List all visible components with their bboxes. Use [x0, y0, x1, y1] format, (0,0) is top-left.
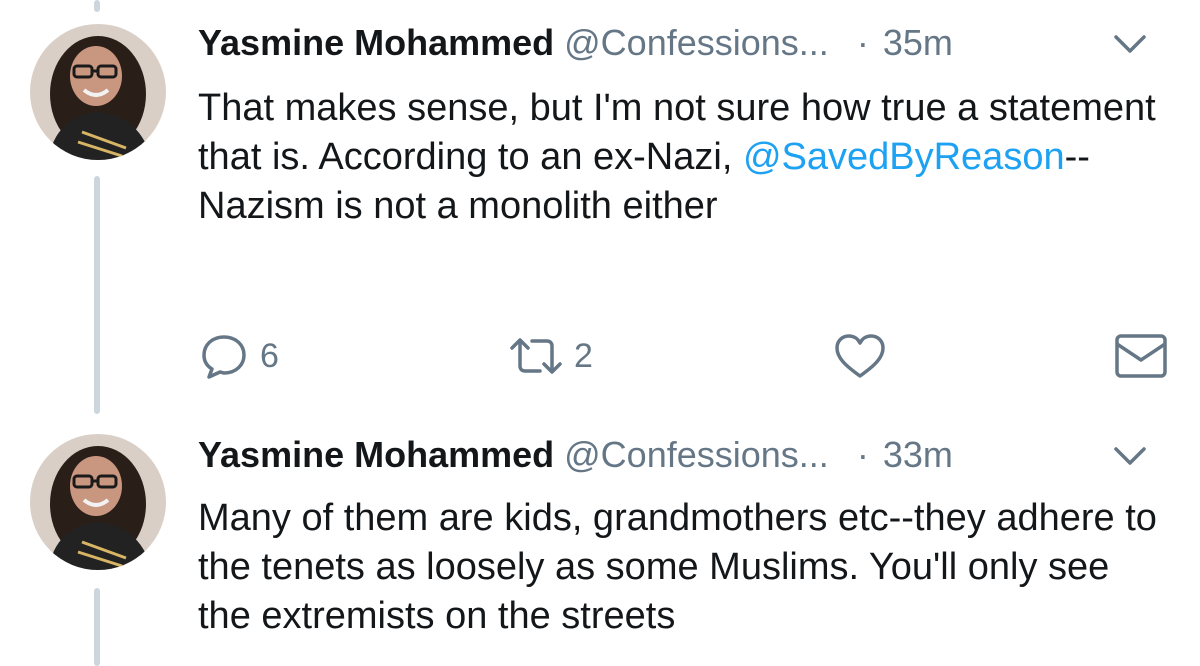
speech-bubble-icon — [198, 330, 250, 382]
tweet-actions: 6 2 — [198, 326, 1178, 386]
tweet-text: That makes sense, but I'm not sure how t… — [198, 84, 1158, 231]
timestamp[interactable]: 35m — [883, 22, 953, 63]
tweet-text: Many of them are kids, grandmothers etc-… — [198, 497, 1157, 637]
reply-button[interactable]: 6 — [198, 326, 279, 386]
author-handle[interactable]: @Confessions... — [564, 22, 829, 63]
retweet-button[interactable]: 2 — [508, 326, 593, 386]
avatar[interactable] — [30, 434, 166, 570]
author-name[interactable]: Yasmine Mohammed — [198, 434, 554, 475]
tweet-header: Yasmine Mohammed @Confessions... · 35m — [198, 18, 1170, 68]
mention-link[interactable]: @SavedByReason — [743, 136, 1065, 178]
tweet-2[interactable]: Yasmine Mohammed @Confessions... · 33m M… — [0, 420, 1200, 666]
like-button[interactable] — [832, 326, 888, 386]
author-handle[interactable]: @Confessions... — [564, 434, 829, 475]
tweet-header: Yasmine Mohammed @Confessions... · 33m — [198, 430, 1170, 480]
separator-dot: · — [856, 434, 869, 475]
chevron-down-icon[interactable] — [1110, 24, 1150, 64]
direct-message-button[interactable] — [1112, 326, 1170, 386]
author-name[interactable]: Yasmine Mohammed — [198, 22, 554, 63]
retweet-count: 2 — [574, 336, 593, 375]
retweet-arrows-icon — [508, 330, 564, 382]
avatar[interactable] — [30, 24, 166, 160]
envelope-icon — [1112, 330, 1170, 382]
timestamp[interactable]: 33m — [883, 434, 953, 475]
chevron-down-icon[interactable] — [1110, 436, 1150, 476]
heart-icon — [832, 330, 888, 382]
tweet-1[interactable]: Yasmine Mohammed @Confessions... · 35m T… — [0, 0, 1200, 420]
separator-dot: · — [856, 22, 869, 63]
reply-count: 6 — [260, 336, 279, 375]
